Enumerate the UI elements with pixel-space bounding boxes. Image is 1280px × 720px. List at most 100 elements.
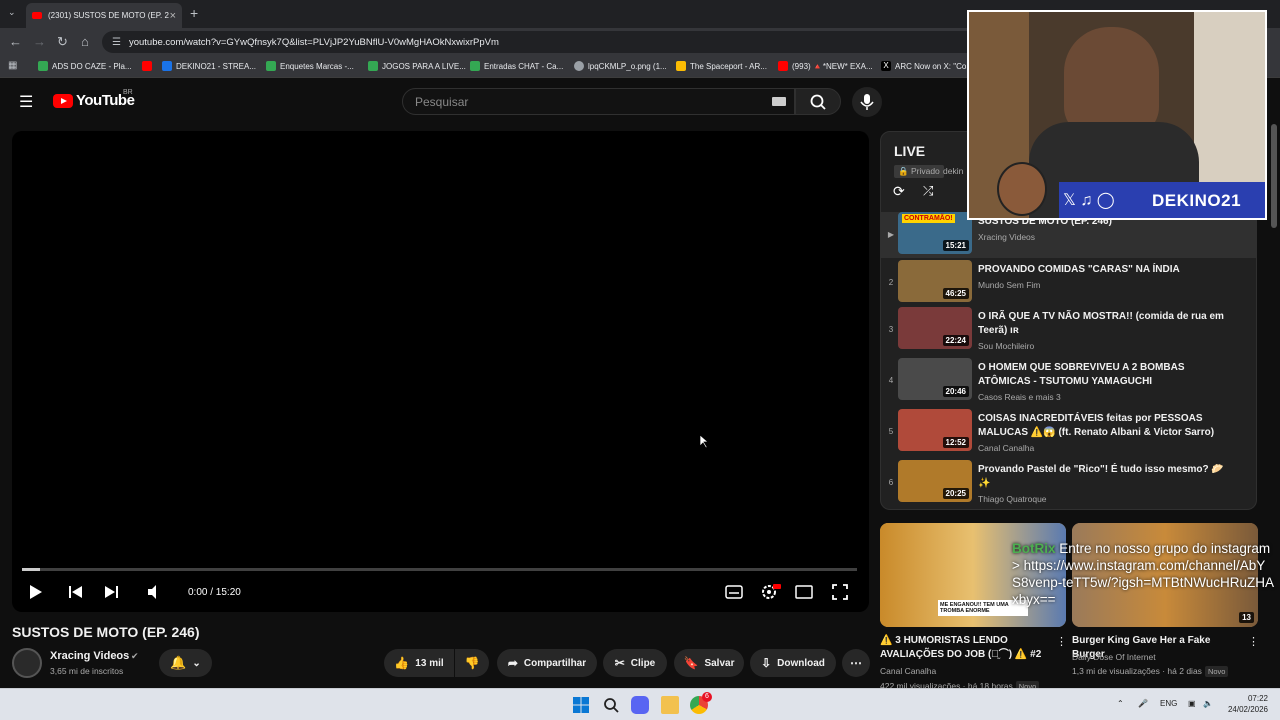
lock-icon: 🔒 <box>898 166 909 176</box>
channel-avatar[interactable] <box>12 648 42 678</box>
keyboard-icon[interactable] <box>772 97 786 106</box>
forward-icon[interactable]: → <box>33 34 46 49</box>
save-button[interactable]: 🔖 Salvar <box>674 649 744 677</box>
duration-badge: 20:46 <box>942 386 969 397</box>
video-title: SUSTOS DE MOTO (EP. 246) <box>12 624 200 640</box>
more-vert-icon[interactable]: ⋮ <box>1248 635 1259 648</box>
next-icon[interactable] <box>104 585 120 599</box>
network-icon[interactable]: ▣ <box>1188 699 1196 708</box>
list-item[interactable]: 5 12:52 COISAS INACREDITÁVEIS feitas por… <box>881 409 1256 459</box>
bookmark-item[interactable]: X ARC Now on X: "Co... <box>881 61 973 71</box>
thumbnail: 46:25 <box>898 260 972 302</box>
bookmark-item[interactable] <box>142 61 156 71</box>
clip-button[interactable]: ✂ Clipe <box>603 649 667 677</box>
back-icon[interactable]: ← <box>9 34 22 49</box>
bookmark-item[interactable]: DEKINO21 - STREA... <box>162 61 256 71</box>
bookmark-item[interactable]: lpqCKMLP_o.png (1... <box>574 61 667 71</box>
settings-icon[interactable] <box>761 583 781 601</box>
download-button[interactable]: ⇩ Download <box>750 649 836 677</box>
list-item[interactable]: 3 22:24 O IRÃ QUE A TV NÃO MOSTRA!! (com… <box>881 307 1256 357</box>
previous-icon[interactable] <box>68 585 84 599</box>
youtube-favicon-icon <box>32 12 42 19</box>
channel-name[interactable]: Xracing Videos <box>50 650 129 662</box>
recommended-channel[interactable]: Canal Canalha <box>880 666 936 676</box>
bookmark-item[interactable]: ADS DO CAZE - Pla... <box>38 61 132 71</box>
recommended-channel[interactable]: Daily Dose Of Internet <box>1072 652 1156 662</box>
new-tab-icon[interactable]: + <box>190 5 198 21</box>
share-label: Compartilhar <box>523 657 587 669</box>
play-icon[interactable] <box>29 584 43 600</box>
file-explorer-icon[interactable] <box>661 696 679 714</box>
list-item[interactable]: 4 20:46 O HOMEM QUE SOBREVIVEU A 2 BOMBA… <box>881 358 1256 408</box>
windows-start-icon[interactable] <box>572 696 590 714</box>
site-info-icon[interactable]: ☰ <box>112 37 121 48</box>
search-input[interactable]: Pesquisar <box>402 88 795 115</box>
tab-search-icon[interactable]: ⌄ <box>8 7 16 18</box>
menu-icon[interactable]: ☰ <box>19 92 33 112</box>
list-item-title: O HOMEM QUE SOBREVIVEU A 2 BOMBAS ATÔMIC… <box>978 362 1185 387</box>
like-button[interactable]: 👍 13 mil <box>384 649 454 677</box>
privacy-badge: 🔒 Privado <box>894 165 944 178</box>
youtube-logo-icon[interactable] <box>53 94 73 108</box>
duration-badge: 46:25 <box>942 288 969 299</box>
thumbnail: 20:25 <box>898 460 972 502</box>
thumbnail: 20:46 <box>898 358 972 400</box>
clock-time[interactable]: 07:22 <box>1218 694 1268 703</box>
subtitles-icon[interactable] <box>725 585 743 599</box>
progress-bar[interactable] <box>22 568 857 571</box>
voice-search-button[interactable] <box>852 87 882 117</box>
list-item-channel: Mundo Sem Fim <box>978 280 1041 290</box>
language-indicator[interactable]: ENG <box>1160 699 1177 708</box>
youtube-icon <box>778 61 788 71</box>
webcam-overlay: 𝕏 ♫ ◯ DEKINO21 <box>967 10 1267 220</box>
more-vert-icon[interactable]: ⋮ <box>1056 635 1067 648</box>
progress-fill <box>22 568 40 571</box>
volume-icon[interactable]: 🔈 <box>1203 699 1213 708</box>
subscriber-count: 3,65 mi de inscritos <box>50 666 124 676</box>
scrollbar[interactable] <box>1271 124 1277 228</box>
list-item-channel: Thiago Quatroque <box>978 494 1047 504</box>
volume-icon[interactable] <box>146 584 162 600</box>
loop-icon[interactable]: ⟳ <box>893 183 905 200</box>
browser-tab[interactable]: (2301) SUSTOS DE MOTO (EP. 2 × <box>26 3 182 28</box>
duration-badge: 13 <box>1239 612 1254 623</box>
close-icon[interactable]: × <box>170 10 176 22</box>
discord-icon[interactable] <box>631 696 649 714</box>
share-button[interactable]: ➦ Compartilhar <box>497 649 597 677</box>
dislike-button[interactable]: 👎 <box>455 649 489 677</box>
sheets-icon <box>470 61 480 71</box>
bookmark-item[interactable]: JOGOS PARA A LIVE... <box>368 61 466 71</box>
video-player[interactable]: 0:00 / 15:20 <box>12 131 869 612</box>
recommended-title[interactable]: ⚠️ 3 HUMORISTAS LENDO AVALIAÇÕES DO JOB … <box>880 634 1050 662</box>
bookmark-item[interactable]: Enquetes Marcas -... <box>266 61 354 71</box>
reload-icon[interactable]: ↻ <box>57 34 68 50</box>
spaceport-icon <box>676 61 686 71</box>
list-item[interactable]: 2 46:25 PROVANDO COMIDAS "CARAS" NA ÍNDI… <box>881 260 1256 310</box>
playlist-title[interactable]: LIVE <box>894 143 925 159</box>
list-item[interactable]: 6 20:25 Provando Pastel de "Rico"! É tud… <box>881 460 1256 509</box>
bookmark-item[interactable]: Entradas CHAT - Ca... <box>470 61 563 71</box>
bookmark-item[interactable]: The Spaceport - AR... <box>676 61 767 71</box>
subscribed-notifications-button[interactable]: 🔔 ⌄ <box>159 649 212 677</box>
recommended-meta: 1,3 mi de visualizações · há 2 dias Novo <box>1072 666 1229 677</box>
clock-date[interactable]: 24/02/2026 <box>1218 705 1268 714</box>
home-icon[interactable]: ⌂ <box>81 34 89 49</box>
chevron-up-icon[interactable]: ⌃ <box>1117 699 1124 708</box>
playlist-index: 6 <box>888 478 894 487</box>
microphone-icon[interactable]: 🎤 <box>1138 699 1148 708</box>
notification-badge: 6 <box>702 692 712 702</box>
search-icon[interactable] <box>602 696 620 714</box>
bookmark-item[interactable]: (993) 🔺*NEW* EXA... <box>778 61 873 71</box>
playlist-owner[interactable]: dekin <box>943 166 963 176</box>
youtube-icon <box>142 61 152 71</box>
playlist-index: ▶ <box>887 230 895 239</box>
theater-mode-icon[interactable] <box>795 585 813 599</box>
apps-grid-icon[interactable]: ▦ <box>8 60 17 71</box>
fullscreen-icon[interactable] <box>832 584 848 600</box>
shuffle-icon[interactable]: ⤮ <box>923 183 933 199</box>
url-field[interactable]: ☰ youtube.com/watch?v=GYwQfnsyk7Q&list=P… <box>102 31 982 53</box>
more-actions-button[interactable]: ⋯ <box>842 649 870 677</box>
search-button[interactable] <box>795 88 841 115</box>
drive-icon <box>162 61 172 71</box>
cartoon-avatar-icon <box>997 162 1047 216</box>
